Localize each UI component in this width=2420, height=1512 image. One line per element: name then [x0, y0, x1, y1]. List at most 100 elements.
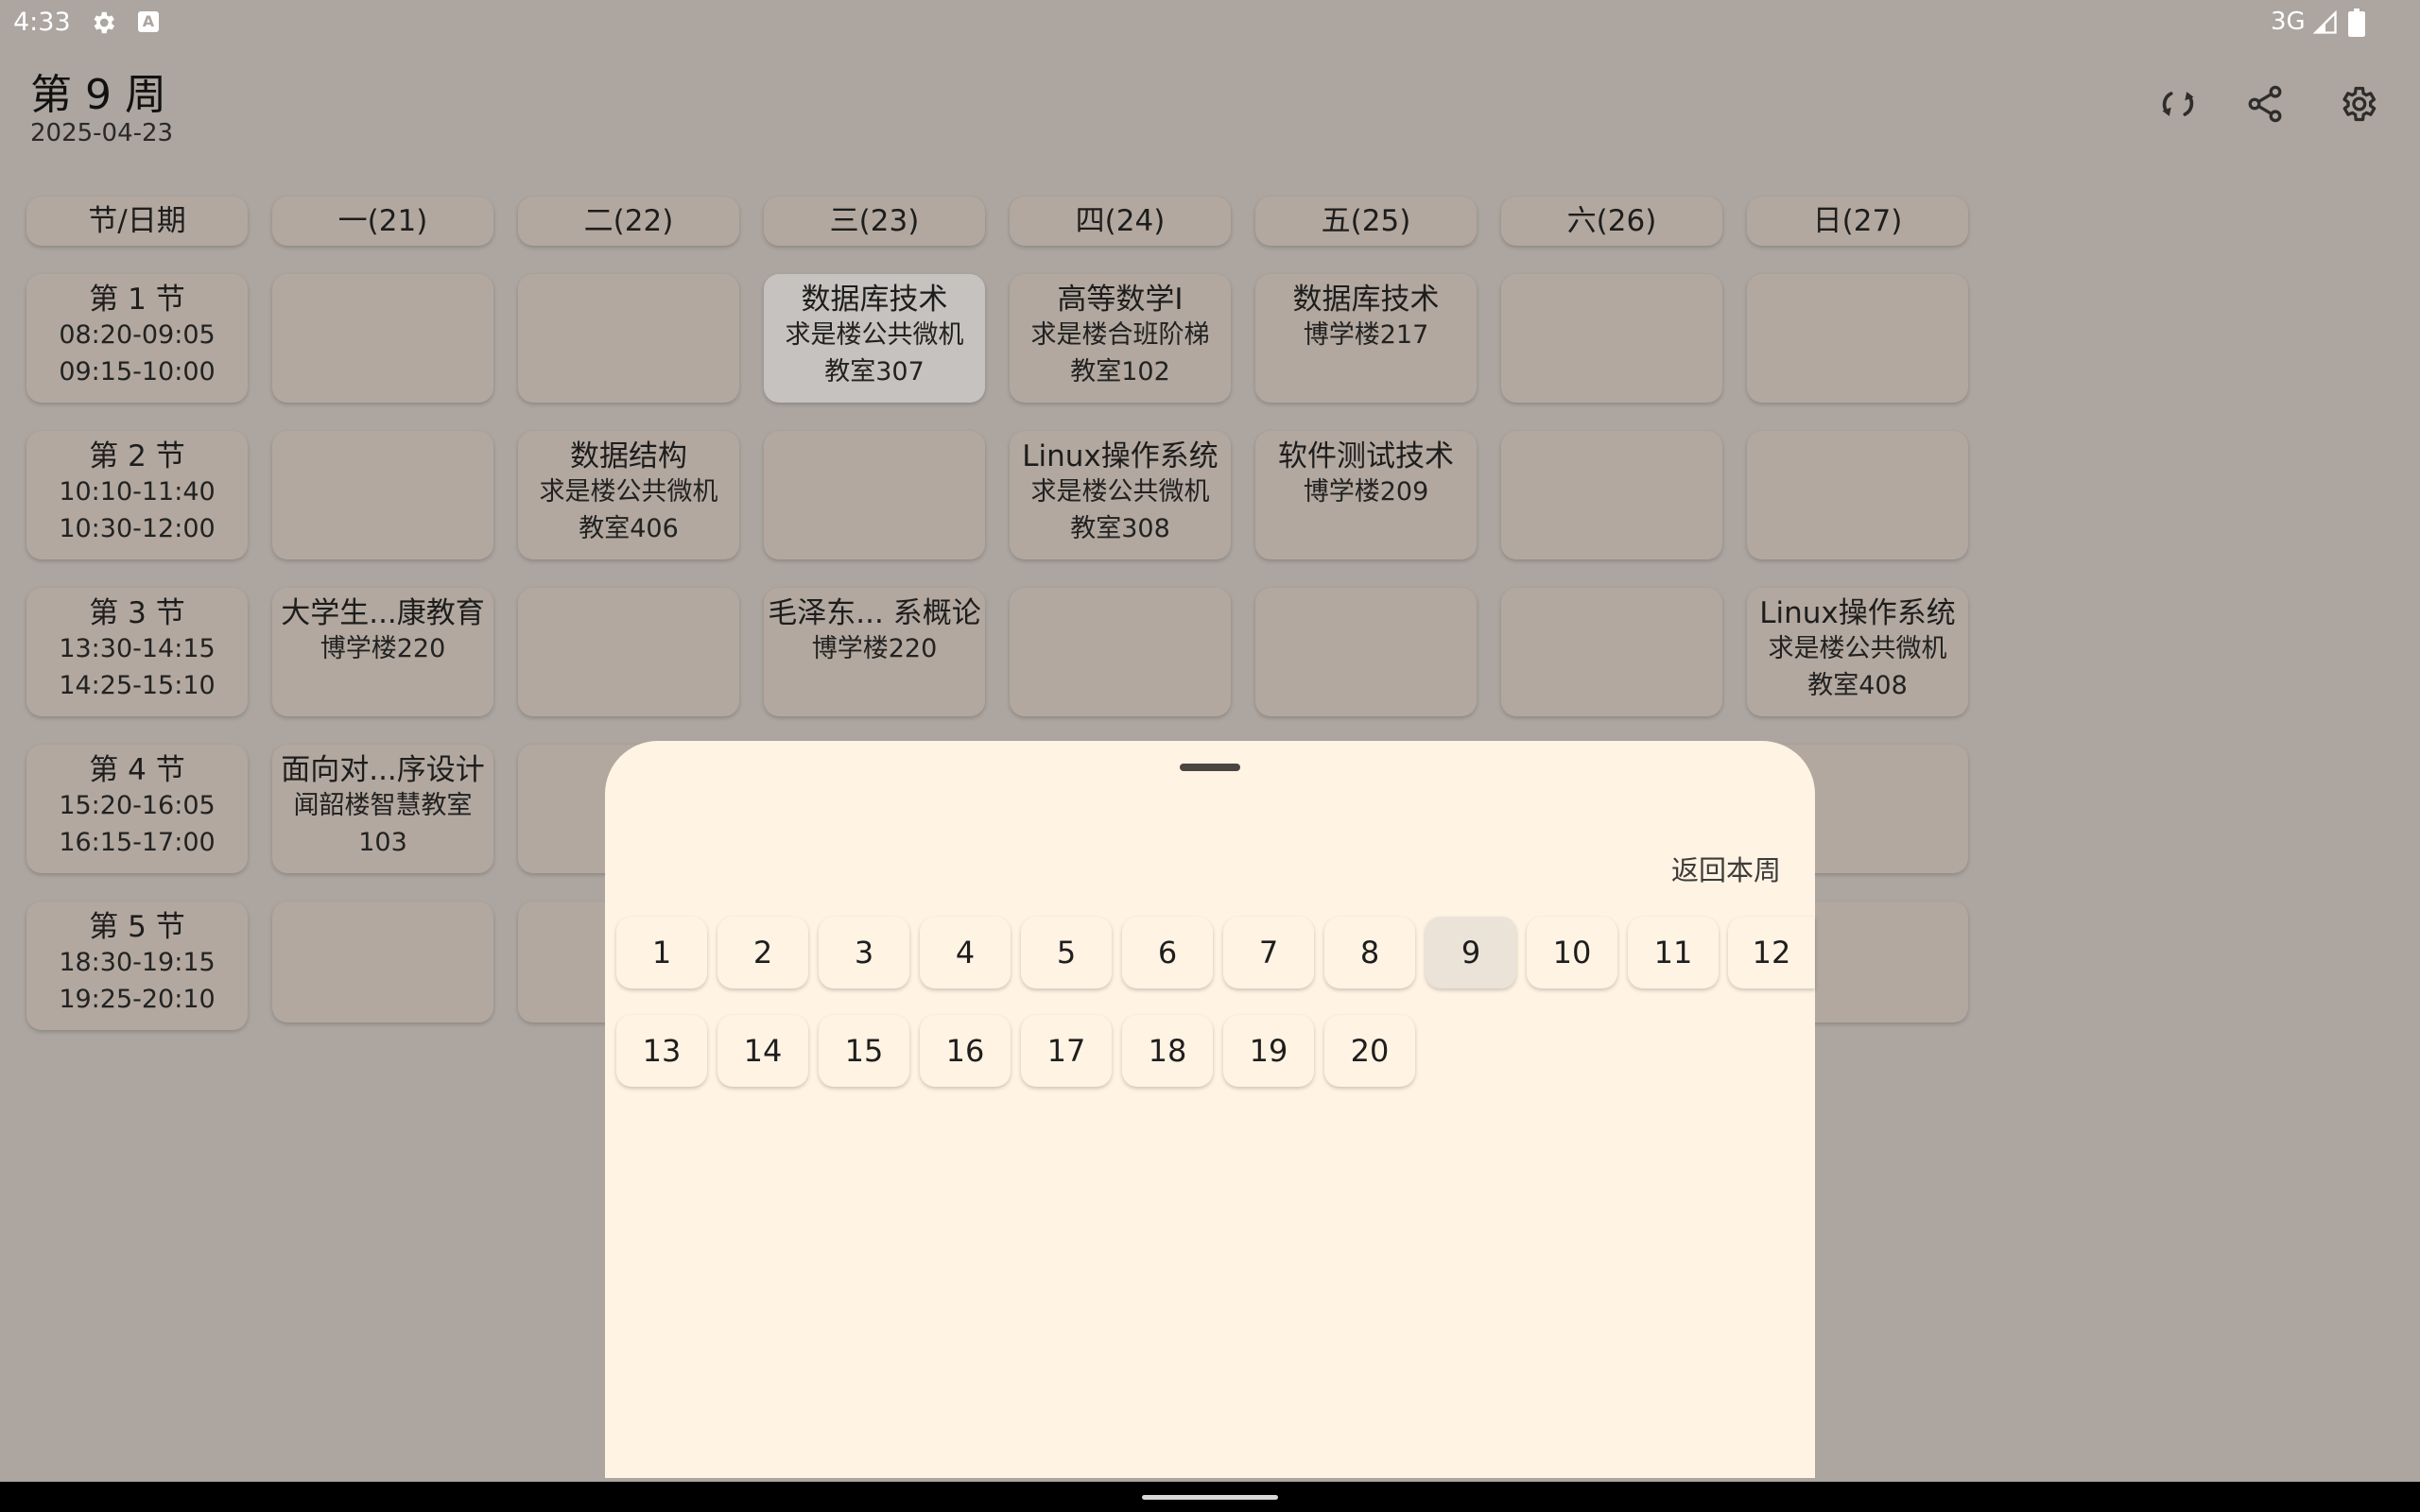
empty-slot[interactable]	[1255, 588, 1477, 716]
period-cell: 第 4 节 15:20-16:05 16:15-17:00	[26, 745, 248, 873]
course-room: 教室308	[1070, 514, 1170, 543]
course-location: 博学楼209	[1303, 477, 1429, 507]
empty-slot[interactable]	[272, 274, 493, 403]
week-button[interactable]: 17	[1021, 1015, 1112, 1087]
battery-icon	[2348, 9, 2365, 37]
empty-slot[interactable]	[1747, 431, 1968, 559]
course-location: 闻韶楼智慧教室	[293, 791, 473, 820]
course-name: 数据库技术	[801, 283, 948, 317]
header-cell-sun: 日(27)	[1747, 197, 1968, 246]
period-label: 第 1 节	[89, 283, 185, 317]
course-name: Linux操作系统	[1759, 596, 1956, 630]
empty-slot[interactable]	[518, 588, 739, 716]
course-room: 103	[358, 828, 407, 857]
empty-slot[interactable]	[272, 902, 493, 1022]
status-bar: 4:33 A 3G	[0, 0, 2420, 45]
header-cell-period: 节/日期	[26, 197, 248, 246]
period-time: 19:25-20:10	[59, 985, 216, 1014]
course-card[interactable]: 毛泽东... 系概论 博学楼220	[764, 588, 985, 716]
period-time: 15:20-16:05	[59, 791, 216, 820]
header-cell-sat: 六(26)	[1501, 197, 1722, 246]
week-button[interactable]: 20	[1324, 1015, 1415, 1087]
course-card[interactable]: Linux操作系统 求是楼公共微机 教室408	[1747, 588, 1968, 716]
empty-slot[interactable]	[1501, 588, 1722, 716]
course-card[interactable]: 数据库技术 博学楼217	[1255, 274, 1477, 403]
course-name: 高等数学I	[1057, 283, 1184, 317]
header-cell-thu: 四(24)	[1010, 197, 1231, 246]
navigation-bar	[0, 1482, 2420, 1512]
week-button[interactable]: 6	[1122, 917, 1213, 988]
course-location: 博学楼220	[811, 634, 938, 663]
empty-slot[interactable]	[1501, 431, 1722, 559]
back-to-current-week-button[interactable]: 返回本周	[1671, 849, 1781, 888]
course-name: Linux操作系统	[1022, 439, 1219, 473]
week-button[interactable]: 14	[717, 1015, 808, 1087]
week-button[interactable]: 7	[1223, 917, 1314, 988]
course-name: 数据库技术	[1292, 283, 1440, 317]
period-cell: 第 2 节 10:10-11:40 10:30-12:00	[26, 431, 248, 559]
period-time: 09:15-10:00	[59, 357, 216, 387]
week-button-selected[interactable]: 9	[1426, 917, 1516, 988]
course-name: 软件测试技术	[1278, 439, 1454, 473]
settings-notification-icon	[94, 11, 114, 34]
week-picker-sheet: 返回本周 1 2 3 4 5 6 7 8 9 10 11 12 13 14 15…	[605, 741, 1815, 1478]
empty-slot[interactable]	[1747, 274, 1968, 403]
home-gesture-handle[interactable]	[1142, 1495, 1278, 1500]
week-button[interactable]: 2	[717, 917, 808, 988]
week-button[interactable]: 16	[920, 1015, 1011, 1087]
empty-slot[interactable]	[272, 431, 493, 559]
week-button[interactable]: 10	[1527, 917, 1617, 988]
empty-slot[interactable]	[1501, 274, 1722, 403]
course-location: 博学楼220	[320, 634, 446, 663]
period-time: 16:15-17:00	[59, 828, 216, 857]
period-label: 第 5 节	[89, 910, 185, 944]
course-card[interactable]: 大学生...康教育 博学楼220	[272, 588, 493, 716]
course-name: 大学生...康教育	[281, 596, 485, 630]
sync-icon[interactable]	[2157, 83, 2199, 125]
week-button[interactable]: 4	[920, 917, 1011, 988]
period-time: 10:30-12:00	[59, 514, 216, 543]
week-button[interactable]: 13	[616, 1015, 707, 1087]
course-room: 教室102	[1070, 357, 1170, 387]
course-card[interactable]: 高等数学I 求是楼合班阶梯 教室102	[1010, 274, 1231, 403]
course-card[interactable]: 面向对...序设计 闻韶楼智慧教室 103	[272, 745, 493, 873]
period-label: 第 2 节	[89, 439, 185, 473]
settings-icon[interactable]	[2337, 83, 2378, 125]
week-button[interactable]: 15	[819, 1015, 909, 1087]
week-button[interactable]: 11	[1628, 917, 1719, 988]
empty-slot[interactable]	[518, 274, 739, 403]
course-card[interactable]: 数据库技术 求是楼公共微机 教室307	[764, 274, 985, 403]
week-button[interactable]: 5	[1021, 917, 1112, 988]
course-card[interactable]: 数据结构 求是楼公共微机 教室406	[518, 431, 739, 559]
current-date: 2025-04-23	[30, 119, 174, 147]
week-button[interactable]: 3	[819, 917, 909, 988]
period-time: 08:20-09:05	[59, 320, 216, 350]
keyboard-notification-icon: A	[138, 11, 159, 32]
period-time: 10:10-11:40	[59, 477, 216, 507]
course-name: 面向对...序设计	[281, 753, 485, 787]
course-location: 博学楼217	[1303, 320, 1429, 350]
empty-slot[interactable]	[1010, 588, 1231, 716]
week-button[interactable]: 18	[1122, 1015, 1213, 1087]
empty-slot[interactable]	[764, 431, 985, 559]
period-cell: 第 5 节 18:30-19:15 19:25-20:10	[26, 902, 248, 1030]
week-button[interactable]: 1	[616, 917, 707, 988]
period-time: 18:30-19:15	[59, 948, 216, 977]
course-location: 求是楼公共微机	[539, 477, 718, 507]
period-cell: 第 1 节 08:20-09:05 09:15-10:00	[26, 274, 248, 403]
header-cell-mon: 一(21)	[272, 197, 493, 246]
share-icon[interactable]	[2244, 83, 2286, 125]
course-card[interactable]: 软件测试技术 博学楼209	[1255, 431, 1477, 559]
week-title[interactable]: 第 9 周	[30, 60, 166, 121]
sheet-drag-handle[interactable]	[1180, 764, 1240, 771]
week-button[interactable]: 12	[1728, 917, 1815, 988]
course-location: 求是楼合班阶梯	[1030, 320, 1210, 350]
app-screen: 4:33 A 3G 第 9 周 2025-04-23 节/日期 一(21) 二(…	[0, 0, 2420, 1512]
header-cell-wed: 三(23)	[764, 197, 985, 246]
week-button[interactable]: 8	[1324, 917, 1415, 988]
course-location: 求是楼公共微机	[785, 320, 964, 350]
course-card[interactable]: Linux操作系统 求是楼公共微机 教室308	[1010, 431, 1231, 559]
week-button[interactable]: 19	[1223, 1015, 1314, 1087]
period-time: 14:25-15:10	[59, 671, 216, 700]
course-room: 教室406	[579, 514, 679, 543]
